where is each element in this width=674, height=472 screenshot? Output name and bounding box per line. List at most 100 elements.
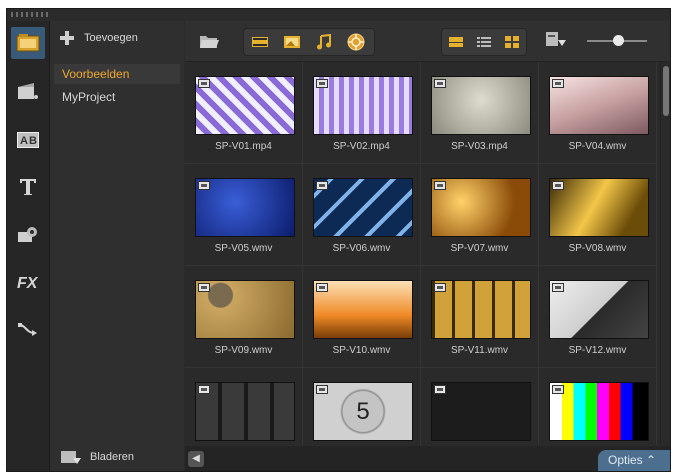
- media-thumbnail: [549, 178, 649, 237]
- media-thumbnail: [195, 280, 295, 339]
- video-type-icon: [316, 79, 328, 88]
- show-audio-icon[interactable]: [308, 29, 340, 55]
- media-item[interactable]: SP-V02.mp4: [303, 62, 421, 164]
- video-type-icon: [434, 283, 446, 292]
- folder-item-voorbeelden[interactable]: Voorbeelden: [54, 64, 180, 84]
- vertical-scrollbar[interactable]: [660, 62, 670, 445]
- options-label: Opties: [608, 453, 643, 467]
- drag-grip[interactable]: [11, 12, 51, 17]
- scrollbar-thumb[interactable]: [663, 66, 669, 116]
- plus-icon: [60, 31, 74, 45]
- folder-item-myproject[interactable]: MyProject: [54, 87, 180, 107]
- media-thumbnail: [431, 76, 531, 135]
- media-item[interactable]: [421, 368, 539, 445]
- media-filename: SP-V06.wmv: [332, 243, 391, 254]
- video-type-icon: [316, 283, 328, 292]
- media-item[interactable]: [539, 368, 657, 445]
- media-item[interactable]: SP-V04.wmv: [539, 62, 657, 164]
- media-item[interactable]: SP-V06.wmv: [303, 164, 421, 266]
- filter-icon[interactable]: FX: [11, 266, 45, 298]
- media-library-icon[interactable]: [11, 27, 45, 59]
- media-thumbnail: [195, 382, 295, 441]
- media-item[interactable]: SP-V05.wmv: [185, 164, 303, 266]
- video-type-icon: [316, 181, 328, 190]
- video-type-icon: [198, 283, 210, 292]
- instant-project-icon[interactable]: [11, 75, 45, 107]
- media-grid: SP-V01.mp4 SP-V02.mp4 SP-V03.mp4 SP-V04.wmv…: [185, 62, 660, 445]
- transition-icon[interactable]: AB: [11, 124, 45, 156]
- media-thumbnail: [549, 280, 649, 339]
- media-filename: SP-V04.wmv: [568, 141, 627, 152]
- media-item[interactable]: SP-V03.mp4: [421, 62, 539, 164]
- show-photos-icon[interactable]: [276, 29, 308, 55]
- options-button[interactable]: Opties ⌃: [598, 450, 670, 471]
- list-view-icon[interactable]: [470, 29, 498, 55]
- browse-icon: [61, 451, 81, 464]
- media-thumbnail: [313, 178, 413, 237]
- add-folder-button[interactable]: Toevoegen: [60, 31, 138, 45]
- collapse-left-icon[interactable]: ◀: [188, 451, 204, 467]
- video-type-icon: [434, 79, 446, 88]
- media-filename: SP-V11.wmv: [450, 345, 509, 356]
- media-thumbnail: [549, 76, 649, 135]
- folder-panel: Toevoegen Voorbeelden MyProject Bladeren: [50, 21, 184, 471]
- video-type-icon: [552, 79, 564, 88]
- video-type-icon: [198, 385, 210, 394]
- browse-button[interactable]: Bladeren: [60, 449, 134, 465]
- media-item[interactable]: [185, 368, 303, 445]
- media-thumbnail: [195, 178, 295, 237]
- media-item[interactable]: SP-V09.wmv: [185, 266, 303, 368]
- grid-view-icon[interactable]: [498, 29, 526, 55]
- svg-text:A: A: [20, 135, 28, 147]
- media-filename: SP-V02.mp4: [333, 141, 390, 152]
- chevron-up-icon: ⌃: [646, 453, 657, 467]
- media-thumbnail: 5: [313, 382, 413, 441]
- media-thumbnail: [431, 382, 531, 441]
- library-toolbar: [185, 21, 670, 62]
- media-filename: SP-V10.wmv: [332, 345, 391, 356]
- sort-icon[interactable]: [545, 31, 567, 56]
- media-thumbnail: [313, 280, 413, 339]
- title-icon[interactable]: [11, 171, 45, 203]
- video-type-icon: [316, 385, 328, 394]
- media-thumbnail: [549, 382, 649, 441]
- media-filename: SP-V08.wmv: [568, 243, 627, 254]
- media-thumbnail: [313, 76, 413, 135]
- media-item[interactable]: 5: [303, 368, 421, 445]
- media-item[interactable]: SP-V08.wmv: [539, 164, 657, 266]
- zoom-slider-handle[interactable]: [613, 35, 624, 46]
- media-item[interactable]: SP-V12.wmv: [539, 266, 657, 368]
- show-all-icon[interactable]: [340, 29, 372, 55]
- video-type-icon: [552, 385, 564, 394]
- show-videos-icon[interactable]: [244, 29, 276, 55]
- media-item[interactable]: SP-V10.wmv: [303, 266, 421, 368]
- media-thumbnail: [195, 76, 295, 135]
- video-type-icon: [198, 181, 210, 190]
- video-type-icon: [434, 181, 446, 190]
- media-library-window: AB FX Toevoegen Voorbeelden MyProject Bl…: [6, 8, 671, 472]
- path-icon[interactable]: [11, 313, 45, 345]
- graphic-icon[interactable]: [11, 219, 45, 251]
- video-type-icon: [552, 181, 564, 190]
- media-filename: SP-V12.wmv: [568, 345, 627, 356]
- media-item[interactable]: SP-V01.mp4: [185, 62, 303, 164]
- video-type-icon: [198, 79, 210, 88]
- view-mode-group: [441, 28, 527, 56]
- video-type-icon: [434, 385, 446, 394]
- bottom-bar: ◀ Opties ⌃: [185, 446, 670, 471]
- media-thumbnail: [431, 178, 531, 237]
- open-folder-icon[interactable]: [199, 32, 219, 55]
- media-filename: SP-V09.wmv: [214, 345, 273, 356]
- library-rail: AB FX: [7, 21, 50, 471]
- svg-text:B: B: [29, 135, 37, 147]
- thumbnail-view-icon[interactable]: [442, 29, 470, 55]
- browse-label: Bladeren: [90, 451, 135, 463]
- media-filename: SP-V05.wmv: [214, 243, 273, 254]
- video-type-icon: [552, 283, 564, 292]
- media-item[interactable]: SP-V11.wmv: [421, 266, 539, 368]
- add-folder-label: Toevoegen: [84, 32, 138, 44]
- zoom-slider[interactable]: [587, 35, 647, 46]
- media-thumbnail: [431, 280, 531, 339]
- media-item[interactable]: SP-V07.wmv: [421, 164, 539, 266]
- media-filename: SP-V07.wmv: [450, 243, 509, 254]
